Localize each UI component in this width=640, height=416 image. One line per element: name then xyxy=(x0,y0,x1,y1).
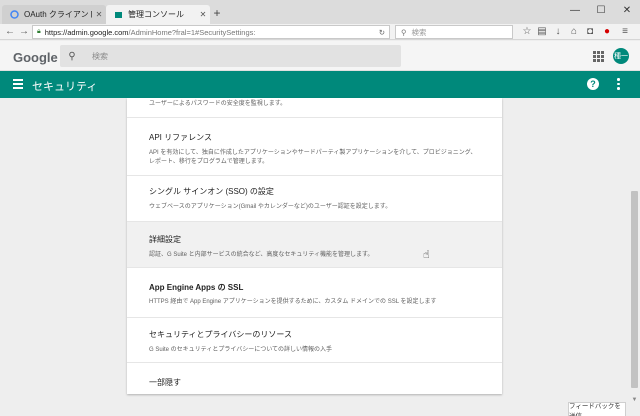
setting-title: API リファレンス xyxy=(149,133,212,142)
menu-icon[interactable]: ≡ xyxy=(618,25,632,39)
apps-grid-icon[interactable] xyxy=(593,51,604,62)
setting-description: HTTPS 経由で App Engine アプリケーションを提供するために、カス… xyxy=(149,299,437,305)
hamburger-menu-icon[interactable] xyxy=(13,79,23,90)
close-tab-icon[interactable]: ✕ xyxy=(196,10,210,19)
admin-header: セキュリティ ? xyxy=(0,71,640,98)
reload-icon[interactable]: ↻ xyxy=(379,28,385,37)
url-domain: https://admin.google.com xyxy=(44,27,129,37)
opera-icon[interactable]: ● xyxy=(600,25,614,39)
setting-app-engine-ssl[interactable]: App Engine Apps の SSL HTTPS 経由で App Engi… xyxy=(127,268,502,318)
download-icon[interactable]: ↓ xyxy=(551,25,565,39)
setting-description: API を有効にして、独自に作成したアプリケーションやサードパーティ製アプリケー… xyxy=(149,150,477,165)
setting-title: 詳細設定 xyxy=(149,235,181,244)
google-bar: Google ⚲ 検索 種一 xyxy=(0,41,640,71)
home-icon[interactable]: ⌂ xyxy=(567,25,581,39)
setting-title: シングル サインオン (SSO) の設定 xyxy=(149,187,274,196)
tab-admin-console[interactable]: 管理コンソール ✕ xyxy=(106,5,210,24)
setting-title: App Engine Apps の SSL xyxy=(149,283,244,292)
setting-title: セキュリティとプライバシーのリソース xyxy=(149,330,292,339)
security-settings-card: ユーザーによるパスワードの安全度を監視します。 API リファレンス API を… xyxy=(127,98,502,394)
back-icon[interactable]: ← xyxy=(3,25,17,39)
tab-oauth-clients[interactable]: OAuth クライアント - Passwo... ✕ xyxy=(2,5,106,24)
hand-cursor-icon: ☝ xyxy=(423,249,430,261)
admin-search-input[interactable]: ⚲ 検索 xyxy=(60,45,401,67)
show-less-button[interactable]: 一部隠す xyxy=(127,363,502,394)
pocket-icon[interactable]: ◘ xyxy=(583,25,597,39)
setting-description: ユーザーによるパスワードの安全度を監視します。 xyxy=(149,101,287,107)
close-tab-icon[interactable]: ✕ xyxy=(92,10,106,19)
tab-title: 管理コンソール xyxy=(128,10,184,19)
forward-icon[interactable]: → xyxy=(17,25,31,39)
more-vert-icon[interactable] xyxy=(617,78,621,91)
setting-description: ウェブベースのアプリケーション(Gmail やカレンダーなど)のユーザー認証を設… xyxy=(149,204,392,210)
search-icon: ⚲ xyxy=(401,27,407,37)
setting-sso[interactable]: シングル サインオン (SSO) の設定 ウェブベースのアプリケーション(Gma… xyxy=(127,176,502,222)
close-window-icon[interactable]: ✕ xyxy=(614,0,640,20)
browser-search-input[interactable]: ⚲ 検索 xyxy=(395,25,513,39)
setting-description: G Suite のセキュリティとプライバシーについての詳しい情報の入手 xyxy=(149,347,333,353)
browser-toolbar: ← → 🔒︎ https://admin.google.com /AdminHo… xyxy=(0,24,640,40)
page-title: セキュリティ xyxy=(32,81,98,93)
lock-icon: 🔒︎ xyxy=(37,28,41,35)
url-bar[interactable]: 🔒︎ https://admin.google.com /AdminHome?f… xyxy=(32,25,390,39)
setting-api-reference[interactable]: API リファレンス API を有効にして、独自に作成したアプリケーションやサー… xyxy=(127,118,502,176)
minimize-icon[interactable]: — xyxy=(562,0,588,20)
setting-password-monitoring[interactable]: ユーザーによるパスワードの安全度を監視します。 xyxy=(127,98,502,118)
tab-strip: OAuth クライアント - Passwo... ✕ 管理コンソール ✕ + —… xyxy=(0,0,640,24)
admin-search-placeholder: 検索 xyxy=(92,51,108,61)
reading-list-icon[interactable]: ▤ xyxy=(535,25,549,39)
maximize-icon[interactable]: ☐ xyxy=(588,0,614,20)
google-g-icon xyxy=(10,10,19,19)
google-logo[interactable]: Google xyxy=(13,50,58,65)
new-tab-icon[interactable]: + xyxy=(210,7,224,21)
setting-security-privacy-resources[interactable]: セキュリティとプライバシーのリソース G Suite のセキュリティとプライバシ… xyxy=(127,318,502,363)
browser-search-placeholder: 検索 xyxy=(411,27,427,37)
help-icon[interactable]: ? xyxy=(587,78,599,90)
scrollbar-thumb[interactable] xyxy=(631,191,638,388)
scroll-down-arrow-icon[interactable]: ▼ xyxy=(630,397,639,405)
tab-title: OAuth クライアント - Passwo... xyxy=(24,10,92,19)
search-icon: ⚲ xyxy=(68,50,76,62)
star-icon[interactable]: ☆ xyxy=(520,25,534,39)
setting-advanced[interactable]: 詳細設定 認証、G Suite と内部サービスの統合など、高度なセキュリティ機能… xyxy=(127,222,502,268)
url-path: /AdminHome?fral=1#SecuritySettings: xyxy=(128,27,256,37)
show-less-label: 一部隠す xyxy=(149,378,181,387)
admin-console-icon xyxy=(114,10,123,19)
feedback-button[interactable]: フィードバックを送信 xyxy=(568,402,626,416)
avatar[interactable]: 種一 xyxy=(613,48,629,64)
